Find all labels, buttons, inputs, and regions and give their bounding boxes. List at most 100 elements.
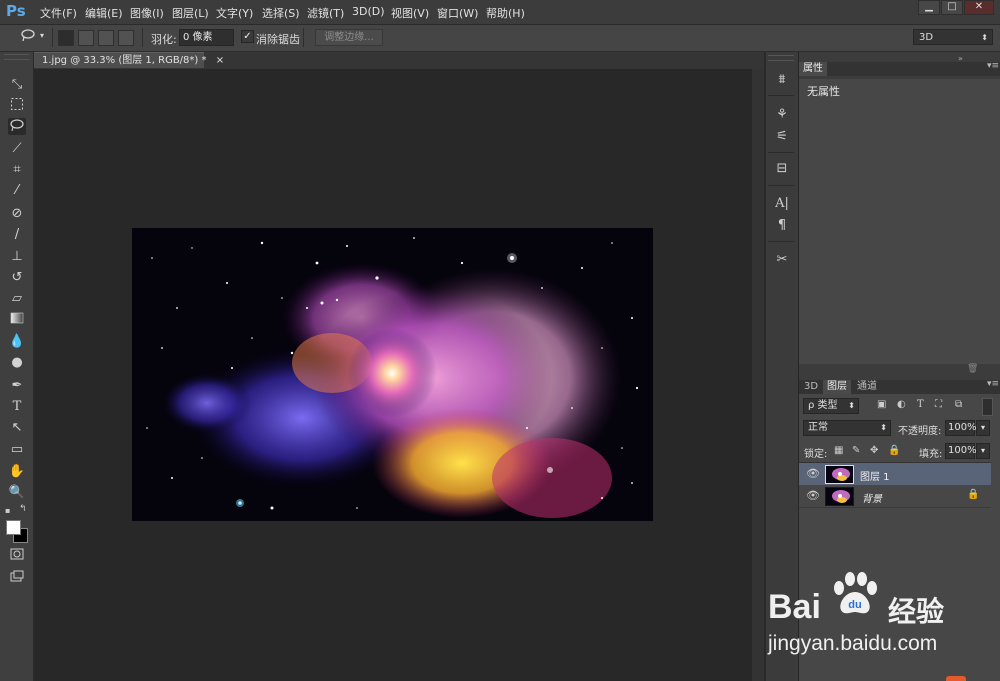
divider (768, 241, 794, 242)
lock-pixels-icon[interactable]: ✎ (852, 445, 860, 456)
filter-smart-object-icon[interactable]: ⧉ (955, 399, 962, 410)
gradient-tool-icon[interactable] (8, 312, 26, 329)
filter-type-icon[interactable]: T (917, 399, 924, 410)
default-colors-icon[interactable]: ▪ (5, 506, 10, 515)
menu-image[interactable]: 图像(I) (130, 5, 164, 21)
swap-colors-icon[interactable]: ↰ (19, 504, 27, 514)
document-tab[interactable]: 1.jpg @ 33.3% (图层 1, RGB/8*) * × (34, 52, 224, 68)
screen-mode-icon[interactable] (8, 570, 26, 587)
menu-help[interactable]: 帮助(H) (486, 5, 525, 21)
rectangle-tool-icon[interactable]: ▭ (8, 441, 26, 458)
trash-icon[interactable]: 🗑 (967, 364, 978, 374)
paragraph-panel-icon[interactable]: ¶ (772, 218, 792, 234)
move-tool-icon[interactable]: ⤡ (8, 76, 26, 93)
fill-input[interactable]: 100% (945, 443, 977, 459)
tab-layers[interactable]: 图层 (823, 380, 851, 394)
lock-position-icon[interactable]: ✥ (870, 445, 878, 456)
healing-brush-tool-icon[interactable]: ⊘ (8, 205, 26, 222)
clone-stamp-tool-icon[interactable]: ⊥ (8, 248, 26, 265)
menu-layer[interactable]: 图层(L) (172, 5, 209, 21)
adjustments-panel-icon[interactable]: ⚟ (772, 129, 792, 145)
lock-icon: 🔒 (967, 489, 980, 500)
nebula-image[interactable] (132, 228, 653, 521)
blend-mode-select[interactable]: 正常 ⬍ (803, 420, 891, 436)
eraser-tool-icon[interactable]: ▱ (8, 290, 26, 307)
filter-shape-icon[interactable]: ⛶ (935, 399, 942, 410)
menu-3d[interactable]: 3D(D) (352, 5, 385, 18)
type-tool-icon[interactable]: T (8, 398, 26, 415)
filter-adjustment-icon[interactable]: ◐ (897, 399, 906, 410)
lasso-icon[interactable] (20, 28, 36, 48)
collapse-panels-icon[interactable]: » (958, 54, 963, 63)
dock-grip[interactable] (768, 55, 794, 61)
tab-channels[interactable]: 通道 (853, 380, 881, 394)
panel-menu-icon[interactable]: ▾≡ (987, 61, 999, 71)
menu-type[interactable]: 文字(Y) (216, 5, 253, 21)
menu-select[interactable]: 选择(S) (262, 5, 300, 21)
add-selection-mode-button[interactable] (78, 30, 94, 46)
blur-tool-icon[interactable]: 💧 (8, 333, 26, 350)
history-brush-tool-icon[interactable]: ↺ (8, 269, 26, 286)
pen-tool-icon[interactable]: ✒ (8, 377, 26, 394)
menu-window[interactable]: 窗口(W) (437, 5, 478, 21)
dodge-tool-icon[interactable]: ● (8, 354, 26, 371)
menu-filter[interactable]: 滤镜(T) (307, 5, 344, 21)
new-selection-mode-button[interactable] (58, 30, 74, 46)
vertical-scrollbar[interactable] (752, 69, 764, 681)
brush-tool-icon[interactable]: / (8, 226, 26, 243)
crop-tool-icon[interactable]: ⌗ (8, 161, 26, 178)
path-select-tool-icon[interactable]: ↖ (8, 419, 26, 436)
lock-all-icon[interactable]: 🔒 (888, 445, 900, 456)
menu-edit[interactable]: 编辑(E) (85, 5, 123, 21)
baidu-watermark: du Bai 经验 jingyan.baidu.com (766, 566, 1000, 666)
foreground-color-swatch[interactable] (6, 520, 21, 535)
lock-transparent-icon[interactable]: ▦ (834, 445, 843, 456)
quick-mask-icon[interactable] (8, 548, 26, 565)
blend-mode-value: 正常 (808, 422, 828, 433)
intersect-selection-mode-button[interactable] (118, 30, 134, 46)
character-panel-icon[interactable]: A| (772, 196, 792, 212)
hand-tool-icon[interactable]: ✋ (8, 463, 26, 480)
status-indicator (946, 676, 966, 681)
workspace-value: 3D (919, 32, 934, 43)
subtract-selection-mode-button[interactable] (98, 30, 114, 46)
divider (768, 152, 794, 153)
eyedropper-tool-icon[interactable]: ⁄ (8, 182, 26, 199)
divider (768, 185, 794, 186)
opacity-input[interactable]: 100% (945, 420, 977, 436)
chevron-down-icon[interactable]: ▾ (40, 31, 44, 40)
quick-select-tool-icon[interactable]: ⟋ (8, 140, 26, 157)
lasso-tool-icon[interactable] (8, 118, 26, 135)
menu-file[interactable]: 文件(F) (40, 5, 77, 21)
opacity-dropdown-icon[interactable]: ▾ (976, 420, 990, 436)
zoom-tool-icon[interactable]: 🔍 (8, 484, 26, 501)
tab-3d[interactable]: 3D (801, 380, 821, 394)
filter-pixel-icon[interactable]: ▣ (877, 399, 886, 410)
antialias-checkbox[interactable]: ✓ (241, 30, 254, 43)
refine-edge-button[interactable]: 调整边缘... (315, 29, 383, 46)
visibility-eye-icon[interactable]: 👁 (806, 490, 820, 502)
tab-properties[interactable]: 属性 (799, 62, 827, 76)
feather-input[interactable]: 0 像素 (179, 29, 234, 46)
layer-name[interactable]: 背景 (862, 490, 882, 505)
close-tab-icon[interactable]: × (216, 55, 224, 66)
tool-presets-icon[interactable]: ✂ (772, 252, 792, 268)
toolbox-grip[interactable] (4, 54, 29, 60)
filter-toggle-switch[interactable] (982, 398, 993, 416)
minimize-button[interactable]: ▁ (918, 0, 940, 15)
layer-filter-select[interactable]: ρ 类型 ⬍ (803, 398, 859, 414)
layer-name[interactable]: 图层 1 (860, 468, 890, 483)
visibility-eye-icon[interactable]: 👁 (806, 468, 820, 480)
close-window-button[interactable]: ✕ (964, 0, 994, 15)
layers-panel-menu-icon[interactable]: ▾≡ (987, 379, 999, 389)
marquee-tool-icon[interactable] (8, 97, 26, 114)
watermark-brand: Bai (768, 588, 821, 626)
brush-presets-icon[interactable]: ⚘ (772, 107, 792, 123)
watermark-brand-cn: 经验 (888, 595, 945, 628)
history-panel-icon[interactable]: ⩩ (772, 72, 792, 88)
fill-dropdown-icon[interactable]: ▾ (976, 443, 990, 459)
menu-view[interactable]: 视图(V) (391, 5, 429, 21)
maximize-button[interactable]: □ (941, 0, 963, 15)
align-panel-icon[interactable]: ⊟ (772, 161, 792, 177)
workspace-select[interactable]: 3D ⬍ (913, 29, 993, 45)
